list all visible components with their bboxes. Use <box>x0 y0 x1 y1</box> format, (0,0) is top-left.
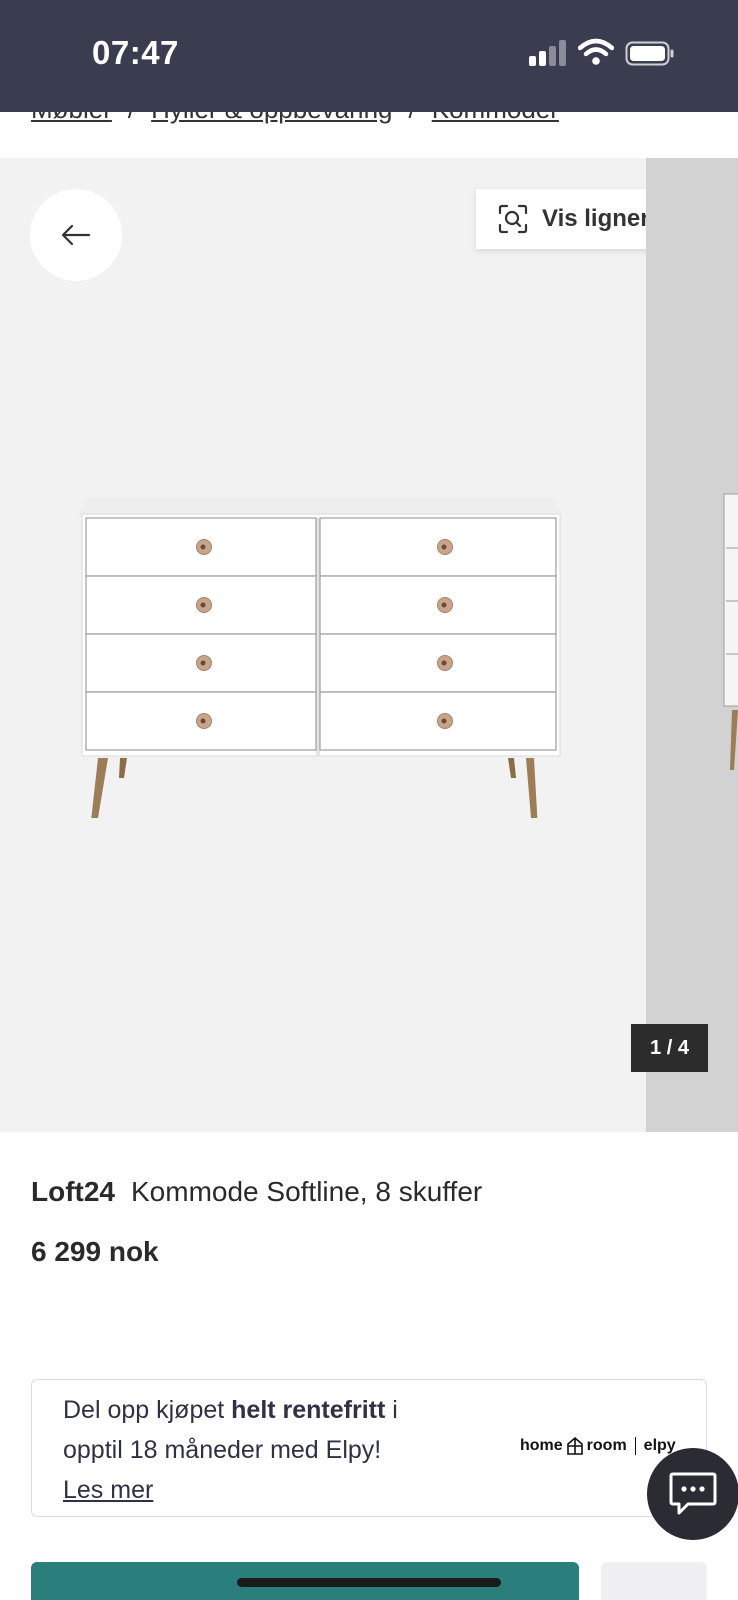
back-button[interactable] <box>30 189 122 281</box>
visual-search-icon <box>498 204 528 234</box>
chat-button[interactable] <box>647 1448 738 1540</box>
cellular-signal-icon <box>529 40 567 66</box>
logo-divider <box>634 1437 636 1455</box>
status-time: 07:47 <box>92 34 179 71</box>
product-image-gallery[interactable]: Vis lignende 1 / 4 <box>0 158 738 1132</box>
status-bar: 07:47 <box>0 0 738 112</box>
arrow-left-icon <box>61 224 91 246</box>
financing-text-start: Del opp kjøpet <box>63 1396 232 1424</box>
logo-home-text: home <box>520 1437 563 1454</box>
image-counter: 1 / 4 <box>631 1024 708 1072</box>
battery-icon <box>625 41 674 66</box>
product-image <box>78 498 562 818</box>
home-indicator <box>237 1578 501 1587</box>
product-name: Kommode Softline, 8 skuffer <box>131 1176 483 1207</box>
homeroom-elpy-logo: home room elpy <box>520 1436 676 1456</box>
financing-banner: Del opp kjøpet helt rentefritt i opptil … <box>31 1379 707 1517</box>
financing-text-bold: helt rentefritt <box>231 1396 386 1424</box>
product-price: 6 299 nok <box>31 1236 159 1267</box>
next-product-image <box>723 493 738 770</box>
wishlist-button[interactable] <box>601 1562 707 1600</box>
wifi-icon <box>578 38 614 65</box>
product-image-slide[interactable]: Vis lignende <box>0 158 707 1132</box>
financing-text: Del opp kjøpet helt rentefritt i opptil … <box>63 1390 463 1510</box>
read-more-link[interactable]: Les mer <box>63 1476 153 1504</box>
house-icon <box>566 1436 583 1455</box>
next-image-preview[interactable] <box>646 158 738 1132</box>
product-title: Loft24 Kommode Softline, 8 skuffer <box>31 1176 482 1208</box>
product-brand[interactable]: Loft24 <box>31 1176 115 1207</box>
logo-room-text: room <box>586 1437 627 1454</box>
chat-icon <box>669 1472 717 1515</box>
